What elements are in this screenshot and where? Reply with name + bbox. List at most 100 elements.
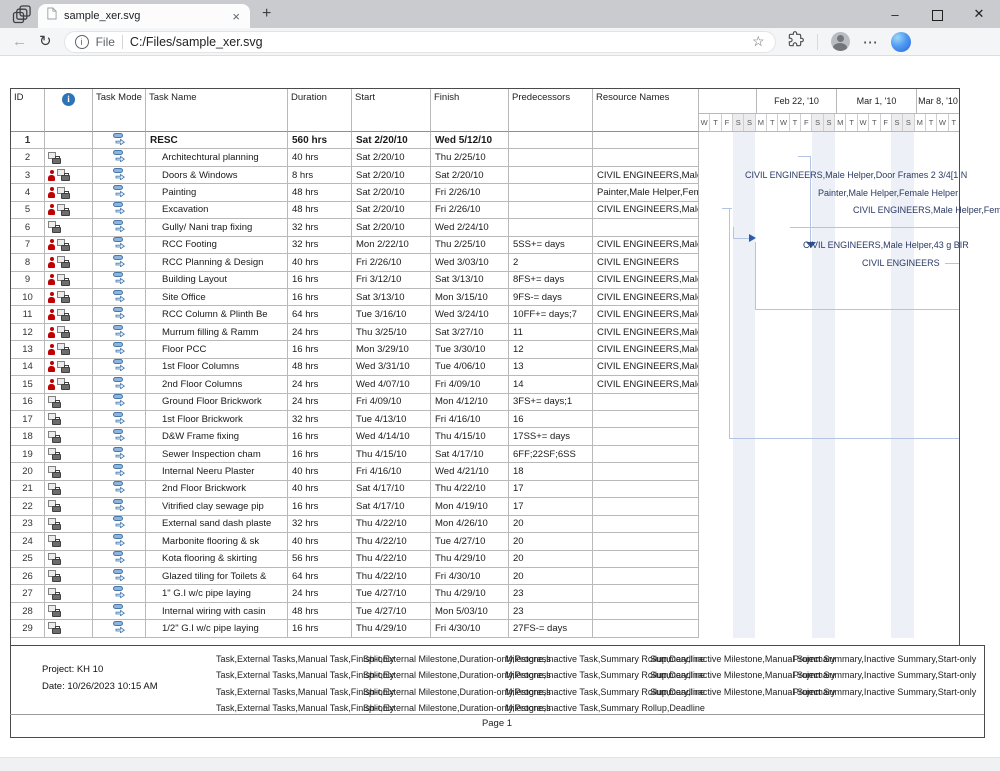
link-line [729, 438, 959, 439]
close-window-icon[interactable]: ✕ [958, 6, 1000, 22]
day-cell: T [789, 114, 800, 131]
legend-column: Project Summary,Inactive Summary,Start-o… [793, 651, 976, 700]
maximize-icon[interactable] [916, 7, 958, 22]
assignment-icon [57, 378, 70, 390]
task-resources: CIVIL ENGINEERS,Male Helper [593, 306, 699, 323]
browser-tab[interactable]: sample_xer.svg × [38, 4, 250, 28]
assignment-icon [48, 588, 61, 600]
footer-divider [10, 714, 984, 715]
task-mode-cell [93, 481, 146, 498]
profile-avatar[interactable] [831, 32, 850, 51]
page-info-icon[interactable]: i [75, 35, 89, 49]
tab-groups-icon[interactable] [12, 5, 34, 25]
assignment-icon [48, 466, 61, 478]
task-duration: 16 hrs [288, 620, 352, 637]
indicators-cell [45, 463, 93, 480]
menu-dots-icon[interactable]: ⋯ [863, 33, 878, 51]
auto-scheduled-icon [113, 202, 126, 217]
task-predecessors: 8FS+= days [509, 272, 593, 289]
weekend-stripe [812, 132, 835, 638]
task-predecessors: 5SS+= days [509, 237, 593, 254]
indicators-cell [45, 411, 93, 428]
url-text[interactable]: C:/Files/sample_xer.svg [130, 35, 745, 49]
legend-item: Project Summary,Inactive Summary,Start-o… [793, 651, 976, 667]
task-predecessors: 2 [509, 254, 593, 271]
task-predecessors: 14 [509, 376, 593, 393]
task-mode-cell [93, 376, 146, 393]
address-bar[interactable]: i File C:/Files/sample_xer.svg ☆ [64, 31, 776, 53]
project-info: Project: KH 10 Date: 10/26/2023 10:15 AM [42, 661, 158, 695]
timeline-days: W T F S S M T W T F [699, 114, 959, 132]
task-id: 20 [11, 463, 45, 480]
task-resources: CIVIL ENGINEERS,Male Helper [593, 324, 699, 341]
indicators-cell [45, 149, 93, 166]
task-finish: Mon 4/26/10 [431, 516, 509, 533]
task-duration: 32 hrs [288, 219, 352, 236]
auto-scheduled-icon [113, 412, 126, 427]
day-cell: S [823, 114, 834, 131]
week-label: Feb 22, '10 [756, 89, 836, 113]
header-predecessors: Predecessors [509, 89, 593, 132]
task-duration: 64 hrs [288, 568, 352, 585]
auto-scheduled-icon [113, 185, 126, 200]
task-resources [593, 516, 699, 533]
task-predecessors: 10FF+= days;7 [509, 306, 593, 323]
copilot-icon[interactable] [891, 32, 911, 52]
task-predecessors [509, 219, 593, 236]
task-name: Kota flooring & skirting [146, 551, 288, 568]
task-start: Sat 3/13/10 [352, 289, 431, 306]
auto-scheduled-icon [113, 272, 126, 287]
auto-scheduled-icon [113, 342, 126, 357]
task-duration: 40 hrs [288, 254, 352, 271]
overallocated-person-icon [48, 274, 55, 285]
refresh-icon[interactable]: ↻ [39, 34, 52, 49]
task-mode-cell [93, 516, 146, 533]
task-name: 2nd Floor Brickwork [146, 481, 288, 498]
assignment-icon [57, 291, 70, 303]
task-start: Sat 4/17/10 [352, 481, 431, 498]
task-duration: 24 hrs [288, 324, 352, 341]
task-start: Sat 2/20/10 [352, 219, 431, 236]
task-start: Tue 3/16/10 [352, 306, 431, 323]
extensions-puzzle-icon[interactable] [788, 31, 804, 52]
task-resources [593, 603, 699, 620]
task-id: 4 [11, 184, 45, 201]
address-divider [122, 35, 123, 49]
gantt-chart: Feb 22, '10 Mar 1, '10 Mar 8, '10 W T F … [699, 89, 959, 638]
minimize-icon[interactable]: – [874, 7, 916, 22]
task-resources [593, 219, 699, 236]
bookmark-star-icon[interactable]: ☆ [752, 33, 765, 50]
project-label: Project: KH 10 [42, 661, 158, 678]
header-resource-names: Resource Names [593, 89, 699, 132]
assignment-icon [57, 343, 70, 355]
indicators-cell [45, 428, 93, 445]
task-finish: Sat 3/13/10 [431, 272, 509, 289]
indicators-cell [45, 394, 93, 411]
task-mode-cell [93, 254, 146, 271]
back-icon[interactable]: ← [12, 34, 27, 49]
task-predecessors: 13 [509, 359, 593, 376]
task-resources [593, 149, 699, 166]
task-name: Murrum filling & Ramm [146, 324, 288, 341]
task-predecessors: 12 [509, 341, 593, 358]
task-predecessors: 17 [509, 498, 593, 515]
indicators-cell [45, 585, 93, 602]
indicators-cell [45, 481, 93, 498]
task-duration: 24 hrs [288, 585, 352, 602]
task-duration: 40 hrs [288, 481, 352, 498]
link-line [729, 208, 730, 438]
new-tab-icon[interactable]: + [262, 6, 271, 22]
tab-close-icon[interactable]: × [230, 10, 242, 23]
task-finish: Tue 4/06/10 [431, 359, 509, 376]
task-finish: Mon 4/19/10 [431, 498, 509, 515]
assignment-icon [48, 396, 61, 408]
tab-title: sample_xer.svg [64, 10, 223, 22]
assignment-icon [57, 256, 70, 268]
task-id: 8 [11, 254, 45, 271]
gantt-resource-label: CIVIL ENGINEERS,Male Helper,Door Frames … [745, 170, 967, 181]
day-cell: W [777, 114, 788, 131]
task-predecessors: 27FS-= days [509, 620, 593, 637]
header-indicators [45, 89, 93, 132]
task-start: Wed 4/14/10 [352, 428, 431, 445]
indicators-cell [45, 498, 93, 515]
